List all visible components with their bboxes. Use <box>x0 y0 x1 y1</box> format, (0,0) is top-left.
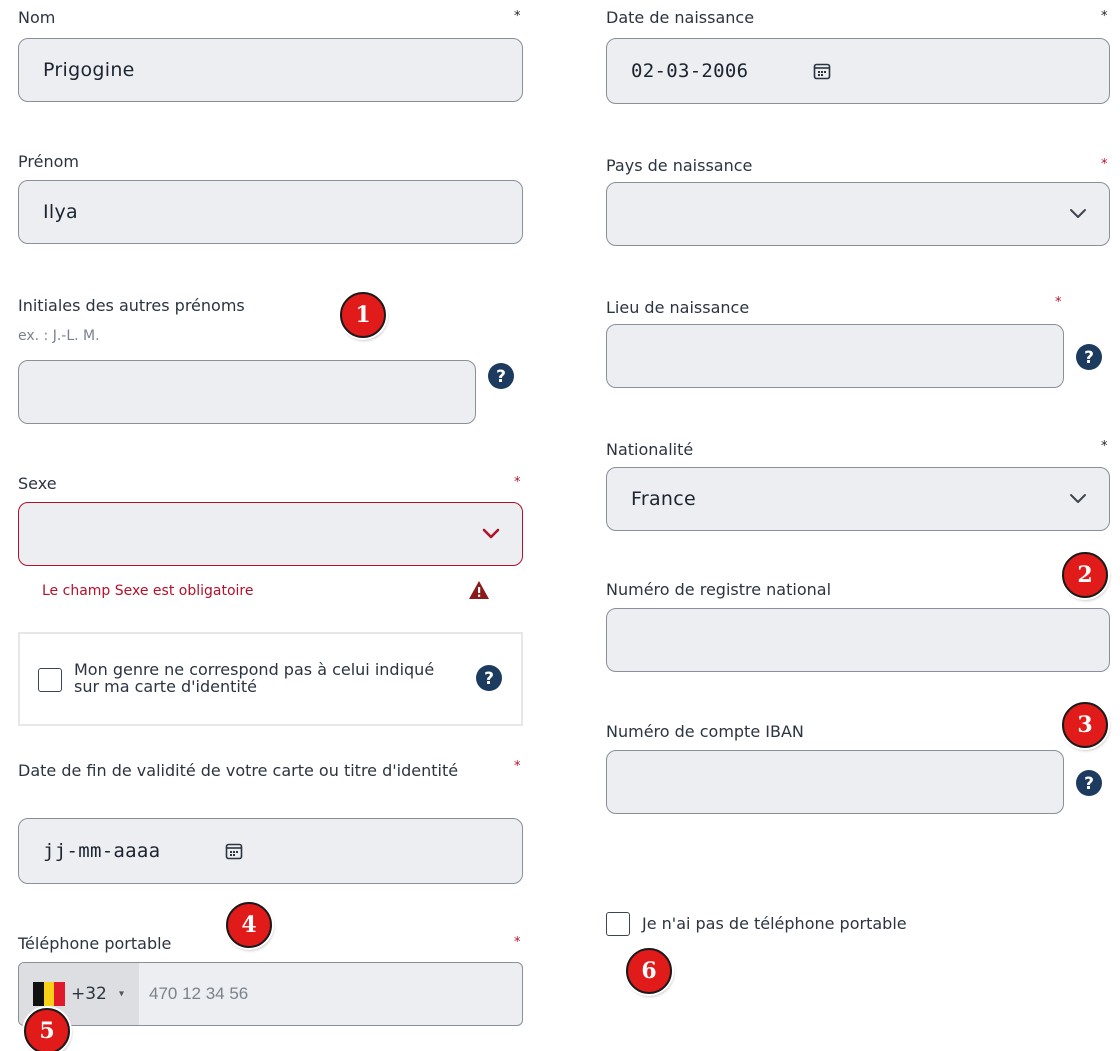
help-circle-icon[interactable]: ? <box>1076 770 1102 796</box>
annotation-badge-2: 2 <box>1062 552 1108 598</box>
lieu-naissance-label: Lieu de naissance <box>606 298 750 317</box>
genre-checkbox[interactable] <box>38 668 62 692</box>
nom-value: Prigogine <box>43 59 135 81</box>
nom-label: Nom <box>18 8 56 27</box>
chevron-down-icon <box>1070 209 1086 218</box>
sexe-required-marker: * <box>514 475 521 490</box>
date-naissance-label: Date de naissance <box>606 8 755 27</box>
prenom-input[interactable]: Ilya <box>18 180 523 244</box>
pays-naissance-select[interactable] <box>606 182 1110 246</box>
help-circle-icon[interactable]: ? <box>488 363 514 389</box>
caret-down-icon: ▾ <box>119 988 125 1000</box>
initiales-input[interactable] <box>18 360 476 424</box>
lieu-naissance-input[interactable] <box>606 324 1064 388</box>
no-phone-checkbox[interactable] <box>606 912 630 936</box>
prenom-label: Prénom <box>18 152 79 171</box>
annotation-badge-1: 1 <box>340 292 386 338</box>
date-naissance-input[interactable]: 02-03-2006 <box>606 38 1110 104</box>
date-naissance-value: 02-03-2006 <box>631 60 749 82</box>
iban-label: Numéro de compte IBAN <box>606 722 804 741</box>
svg-text:?: ? <box>496 367 506 387</box>
annotation-badge-6: 6 <box>626 948 672 994</box>
warning-icon <box>469 581 489 599</box>
initiales-label: Initiales des autres prénoms <box>18 296 245 315</box>
telephone-field: +32 ▾ <box>18 962 523 1026</box>
nom-input[interactable]: Prigogine <box>18 38 523 102</box>
nationalite-select[interactable]: France <box>606 467 1110 531</box>
svg-text:?: ? <box>484 669 494 689</box>
annotation-badge-5: 5 <box>24 1008 70 1051</box>
svg-text:?: ? <box>1084 348 1094 368</box>
iban-input[interactable] <box>606 750 1064 814</box>
pays-naissance-label: Pays de naissance <box>606 156 753 175</box>
date-fin-value: jj-mm-aaaa <box>43 840 161 862</box>
pays-naissance-required-marker: * <box>1101 157 1108 172</box>
calendar-icon[interactable] <box>813 62 831 80</box>
chevron-down-icon <box>482 528 500 539</box>
date-naissance-required-marker: * <box>1101 9 1108 24</box>
telephone-label: Téléphone portable <box>18 934 172 953</box>
help-circle-icon[interactable]: ? <box>1076 344 1102 370</box>
no-phone-label: Je n'ai pas de téléphone portable <box>642 914 907 933</box>
sexe-label: Sexe <box>18 474 57 493</box>
nom-required-marker: * <box>514 9 521 24</box>
annotation-badge-3: 3 <box>1062 702 1108 748</box>
genre-checkbox-panel: Mon genre ne correspond pas à celui indi… <box>18 632 523 726</box>
sexe-select[interactable] <box>18 502 523 566</box>
nationalite-label: Nationalité <box>606 440 694 459</box>
nationalite-value: France <box>631 488 696 510</box>
nationalite-required-marker: * <box>1101 439 1108 454</box>
telephone-required-marker: * <box>514 935 521 950</box>
calendar-icon[interactable] <box>225 842 243 860</box>
dial-code: +32 <box>71 984 107 1004</box>
lieu-naissance-required-marker: * <box>1055 295 1062 310</box>
registre-label: Numéro de registre national <box>606 580 832 599</box>
belgium-flag-icon <box>33 982 66 1006</box>
registre-input[interactable] <box>606 608 1110 672</box>
initiales-hint: ex. : J.-L. M. <box>18 328 100 344</box>
sexe-error-message: Le champ Sexe est obligatoire <box>42 583 254 599</box>
date-fin-input[interactable]: jj-mm-aaaa <box>18 818 523 884</box>
chevron-down-icon <box>1070 494 1086 503</box>
svg-text:?: ? <box>1084 774 1094 794</box>
genre-checkbox-label: Mon genre ne correspond pas à celui indi… <box>74 660 435 696</box>
prenom-value: Ilya <box>43 201 78 223</box>
date-fin-required-marker: * <box>514 759 521 774</box>
telephone-input[interactable] <box>147 963 522 1025</box>
help-circle-icon[interactable]: ? <box>476 665 502 691</box>
annotation-badge-4: 4 <box>226 902 272 948</box>
date-fin-label: Date de fin de validité de votre carte o… <box>18 761 459 780</box>
